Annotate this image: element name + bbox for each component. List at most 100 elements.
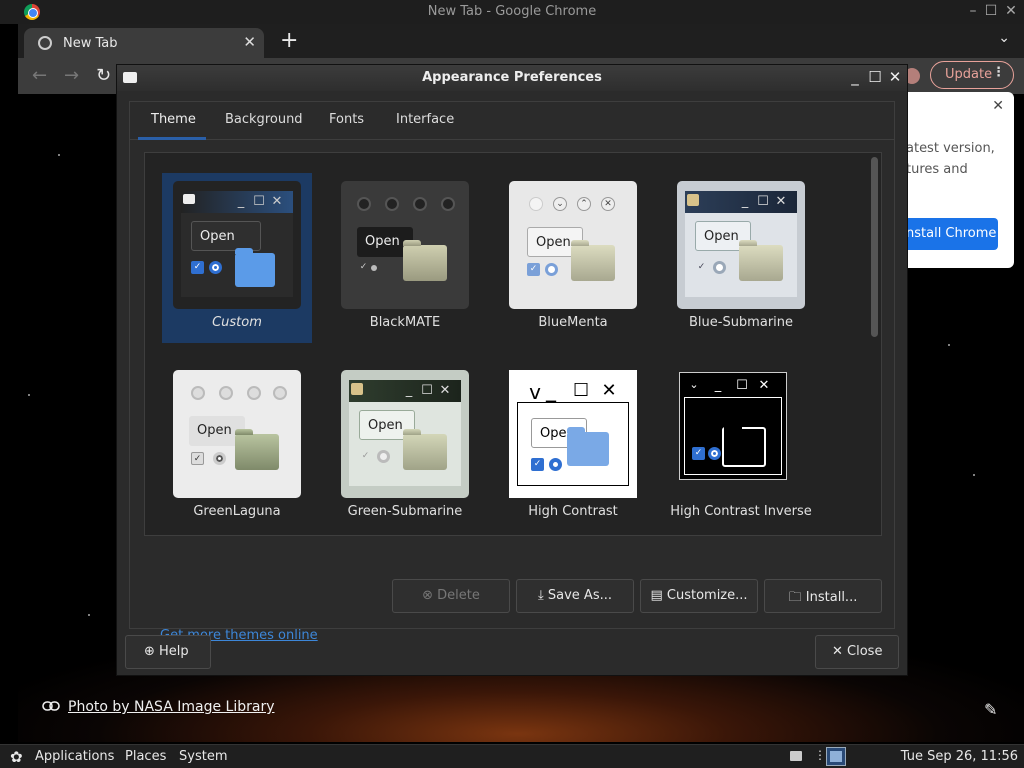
thumb-radio-icon: [708, 447, 721, 460]
chrome-install-popup: ✕ atest version, tures and nstall Chrome: [902, 92, 1014, 268]
thumb-knob-icon: [529, 197, 543, 211]
folder-icon: [739, 240, 783, 281]
gnome-foot-icon[interactable]: ✿: [10, 748, 23, 766]
chrome-tab-icon: [38, 36, 52, 50]
theme-blue-submarine[interactable]: _ ☐ ✕ Open ✓ Blue-Submarine: [666, 173, 816, 343]
thumb-radio-icon: [545, 263, 558, 276]
workspace-window-icon: [830, 751, 842, 762]
install-button[interactable]: 🗀 Install...: [764, 579, 882, 613]
theme-thumbnail: _ ☐ ✕ Open ✓: [341, 370, 469, 498]
thumb-checkbox-icon: ✓: [191, 452, 204, 465]
popup-text-line: tures and: [906, 162, 968, 177]
thumb-radio-icon: [209, 261, 222, 274]
chrome-window-title: New Tab - Google Chrome: [427, 4, 597, 19]
thumb-open-label: Open: [200, 229, 235, 244]
thumb-radio-icon: [213, 452, 226, 465]
save-as-button[interactable]: ⤓ Save As...: [516, 579, 634, 613]
theme-name: Custom: [212, 315, 262, 330]
thumb-checkbox-icon: ✓: [191, 261, 204, 274]
tab-interface[interactable]: Interface: [396, 112, 454, 127]
theme-green-submarine[interactable]: _ ☐ ✕ Open ✓ Green-Submarine: [330, 362, 480, 532]
delete-button[interactable]: ⊗ Delete: [392, 579, 510, 613]
star-decoration: [948, 344, 950, 346]
thumb-knob-icon: [219, 386, 233, 400]
thumb-minimize-icon: _: [714, 378, 722, 393]
forward-arrow-icon[interactable]: →: [64, 65, 79, 86]
theme-name: Green-Submarine: [347, 504, 463, 519]
thumb-knob-icon: [441, 197, 455, 211]
tab-new-tab[interactable]: New Tab ✕: [24, 28, 264, 58]
new-tab-button[interactable]: +: [280, 28, 298, 53]
theme-thumbnail: v _ ☐ ✕ Open ✓: [509, 370, 637, 498]
theme-name: High Contrast: [528, 504, 618, 519]
theme-custom[interactable]: _ ☐ ✕ Open ✓ Custom: [162, 173, 312, 343]
theme-name: BlueMenta: [538, 315, 608, 330]
tab-background[interactable]: Background: [225, 112, 303, 127]
back-arrow-icon[interactable]: ←: [32, 65, 47, 86]
workspace-switcher[interactable]: [826, 747, 846, 766]
pencil-icon[interactable]: ✎: [984, 700, 997, 719]
maximize-icon[interactable]: ☐: [982, 3, 1000, 19]
help-button[interactable]: ⊕ Help: [125, 635, 211, 669]
help-icon: ⊕: [144, 644, 160, 659]
link-icon: [42, 699, 60, 715]
popup-text-line: atest version,: [906, 141, 995, 156]
tab-fonts[interactable]: Fonts: [329, 112, 364, 127]
install-chrome-button[interactable]: nstall Chrome: [906, 218, 998, 250]
theme-high-contrast[interactable]: v _ ☐ ✕ Open ✓ High Contrast: [498, 362, 648, 532]
tray-window-icon[interactable]: [790, 751, 802, 761]
thumb-radio-icon: [549, 458, 562, 471]
chevron-down-icon: ⌄: [689, 378, 699, 391]
places-menu[interactable]: Places: [125, 749, 166, 764]
folder-icon: [235, 429, 279, 470]
theme-grid-scrollbar[interactable]: [871, 157, 878, 337]
theme-blackmate[interactable]: Open ✓ BlackMATE: [330, 173, 480, 343]
delete-icon: ⊗: [422, 588, 438, 603]
thumb-knob-icon: [273, 386, 287, 400]
thumb-knob-icon: [191, 386, 205, 400]
minimize-icon[interactable]: –: [964, 3, 982, 19]
maximize-icon[interactable]: ☐: [867, 68, 883, 86]
tray-handle-icon[interactable]: ⋮: [814, 748, 826, 762]
thumb-maximize-icon: ☐: [757, 194, 769, 209]
applications-menu[interactable]: Applications: [35, 749, 114, 764]
thumb-app-icon: [687, 194, 699, 206]
close-icon[interactable]: ✕: [1002, 3, 1020, 19]
folder-icon: [571, 240, 615, 281]
theme-high-contrast-inverse[interactable]: ⌄ _ ☐ ✕ ✓ High Contrast Inverse: [666, 362, 816, 532]
theme-thumbnail: ⌄ _ ☐ ✕ ✓: [679, 372, 787, 480]
update-button[interactable]: Update ⋮: [930, 61, 1014, 89]
tab-strip: New Tab ✕ + ⌄: [18, 24, 1024, 58]
theme-grid: _ ☐ ✕ Open ✓ Custom Open ✓ BlackMATE ⌄ ⌃…: [144, 152, 882, 536]
dialog-tabs: Theme Background Fonts Interface: [130, 102, 894, 140]
thumb-radio-icon: [377, 450, 390, 463]
menu-dots-icon: ⋮: [992, 65, 1005, 80]
customize-button[interactable]: ▤ Customize...: [640, 579, 758, 613]
photo-credit-link[interactable]: Photo by NASA Image Library: [42, 699, 274, 715]
system-menu[interactable]: System: [179, 749, 227, 764]
theme-greenlaguna[interactable]: Open ✓ GreenLaguna: [162, 362, 312, 532]
thumb-checkbox-icon: ✓: [361, 451, 370, 461]
theme-thumbnail: Open ✓: [341, 181, 469, 309]
theme-bluementa[interactable]: ⌄ ⌃ ✕ Open ✓ BlueMenta: [498, 173, 648, 343]
thumb-maximize-icon: ☐: [573, 380, 590, 401]
clock[interactable]: Tue Sep 26, 11:56: [901, 749, 1018, 764]
folder-open-icon: 🗀: [788, 590, 806, 605]
thumb-titlebar: ⌄ _ ☐ ✕: [684, 375, 786, 397]
thumb-radio-icon: [713, 261, 726, 274]
close-icon[interactable]: ✕: [887, 68, 903, 86]
chevron-down-icon[interactable]: ⌄: [998, 30, 1010, 46]
reload-icon[interactable]: ↻: [96, 65, 111, 86]
minimize-icon[interactable]: _: [847, 68, 863, 86]
appearance-preferences-dialog: Appearance Preferences _ ☐ ✕ Theme Backg…: [116, 64, 908, 676]
thumb-radio-icon: [371, 265, 377, 271]
theme-thumbnail: Open ✓: [173, 370, 301, 498]
tab-close-icon[interactable]: ✕: [243, 33, 256, 51]
tab-theme[interactable]: Theme: [151, 112, 196, 127]
close-button[interactable]: ✕ Close: [815, 635, 899, 669]
close-icon: ✕: [601, 197, 615, 211]
thumb-knob-icon: [247, 386, 261, 400]
popup-close-icon[interactable]: ✕: [992, 98, 1004, 114]
thumb-maximize-icon: ☐: [253, 194, 265, 209]
thumb-titlebar: v _ ☐ ✕: [517, 378, 629, 404]
